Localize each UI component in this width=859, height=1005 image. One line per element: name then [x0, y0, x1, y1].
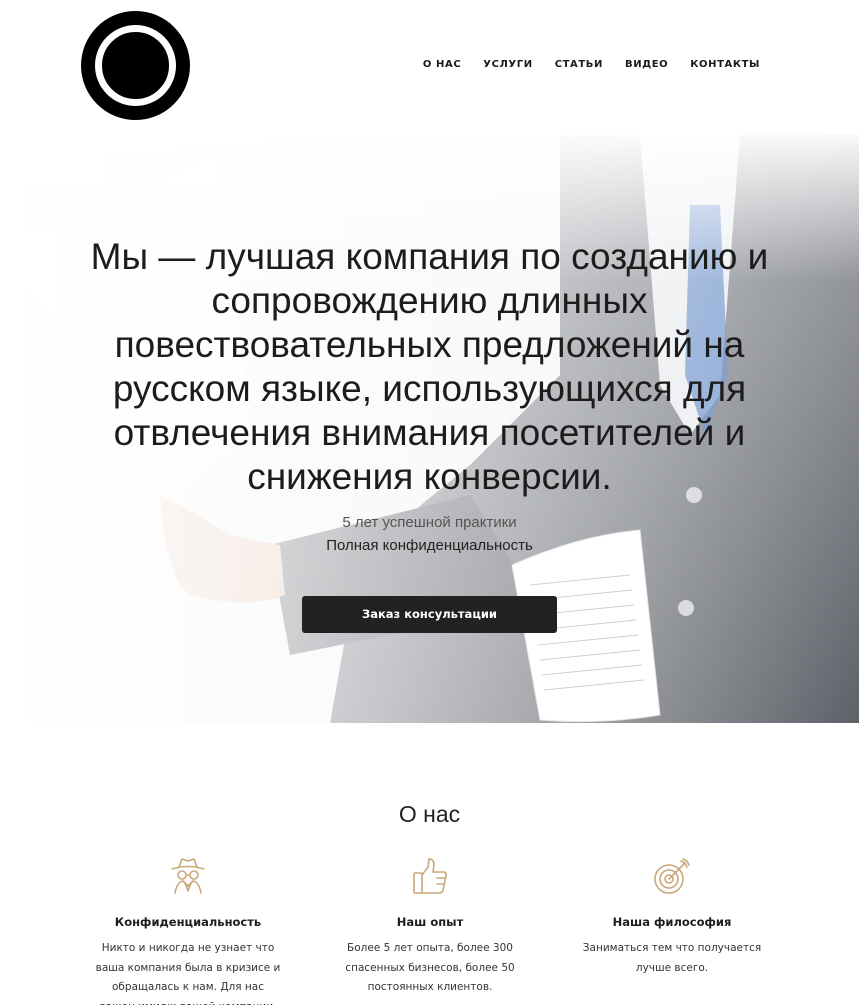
nav-item-contacts[interactable]: КОНТАКТЫ: [690, 59, 760, 70]
hero-section: Мы — лучшая компания по созданию и сопро…: [0, 135, 859, 723]
main-nav: О НАС УСЛУГИ СТАТЬИ ВИДЕО КОНТАКТЫ: [401, 59, 760, 70]
feature-description: Более 5 лет опыта, более 300 спасенных б…: [345, 942, 515, 993]
hero-content: Мы — лучшая компания по созданию и сопро…: [0, 235, 859, 633]
feature-description: Заниматься тем что получается лучше всег…: [582, 942, 762, 974]
feature-title: Наш опыт: [396, 915, 464, 929]
thumbs-up-icon: [413, 858, 448, 894]
feature-title: Конфиденциальность: [114, 915, 262, 929]
nav-item-services[interactable]: УСЛУГИ: [483, 59, 532, 70]
nav-item-video[interactable]: ВИДЕО: [625, 59, 668, 70]
nav-item-about[interactable]: О НАС: [423, 59, 461, 70]
target-icon: [654, 858, 690, 894]
hero-title: Мы — лучшая компания по созданию и сопро…: [90, 236, 769, 497]
hero-subtitle-experience: 5 лет успешной практики: [342, 514, 517, 531]
feature-description: Никто и никогда не узнает что ваша компа…: [95, 942, 281, 1005]
hero-subtitle-confidentiality: Полная конфиденциальность: [326, 537, 533, 554]
about-section: О нас Конфиденциальность Никто и никогда…: [0, 723, 859, 1005]
feature-title: Наша философия: [612, 915, 732, 929]
spy-icon: [171, 858, 205, 894]
ring-logo-icon[interactable]: [81, 11, 190, 120]
order-consultation-button[interactable]: Заказ консультации: [302, 596, 557, 633]
about-title: О нас: [398, 801, 461, 827]
site-header: О НАС УСЛУГИ СТАТЬИ ВИДЕО КОНТАКТЫ: [0, 0, 859, 135]
nav-item-articles[interactable]: СТАТЬИ: [555, 59, 603, 70]
feature-philosophy: Наша философия Заниматься тем что получа…: [572, 855, 772, 978]
feature-experience: Наш опыт Более 5 лет опыта, более 300 сп…: [330, 855, 530, 998]
feature-confidentiality: Конфиденциальность Никто и никогда не уз…: [88, 855, 288, 1005]
